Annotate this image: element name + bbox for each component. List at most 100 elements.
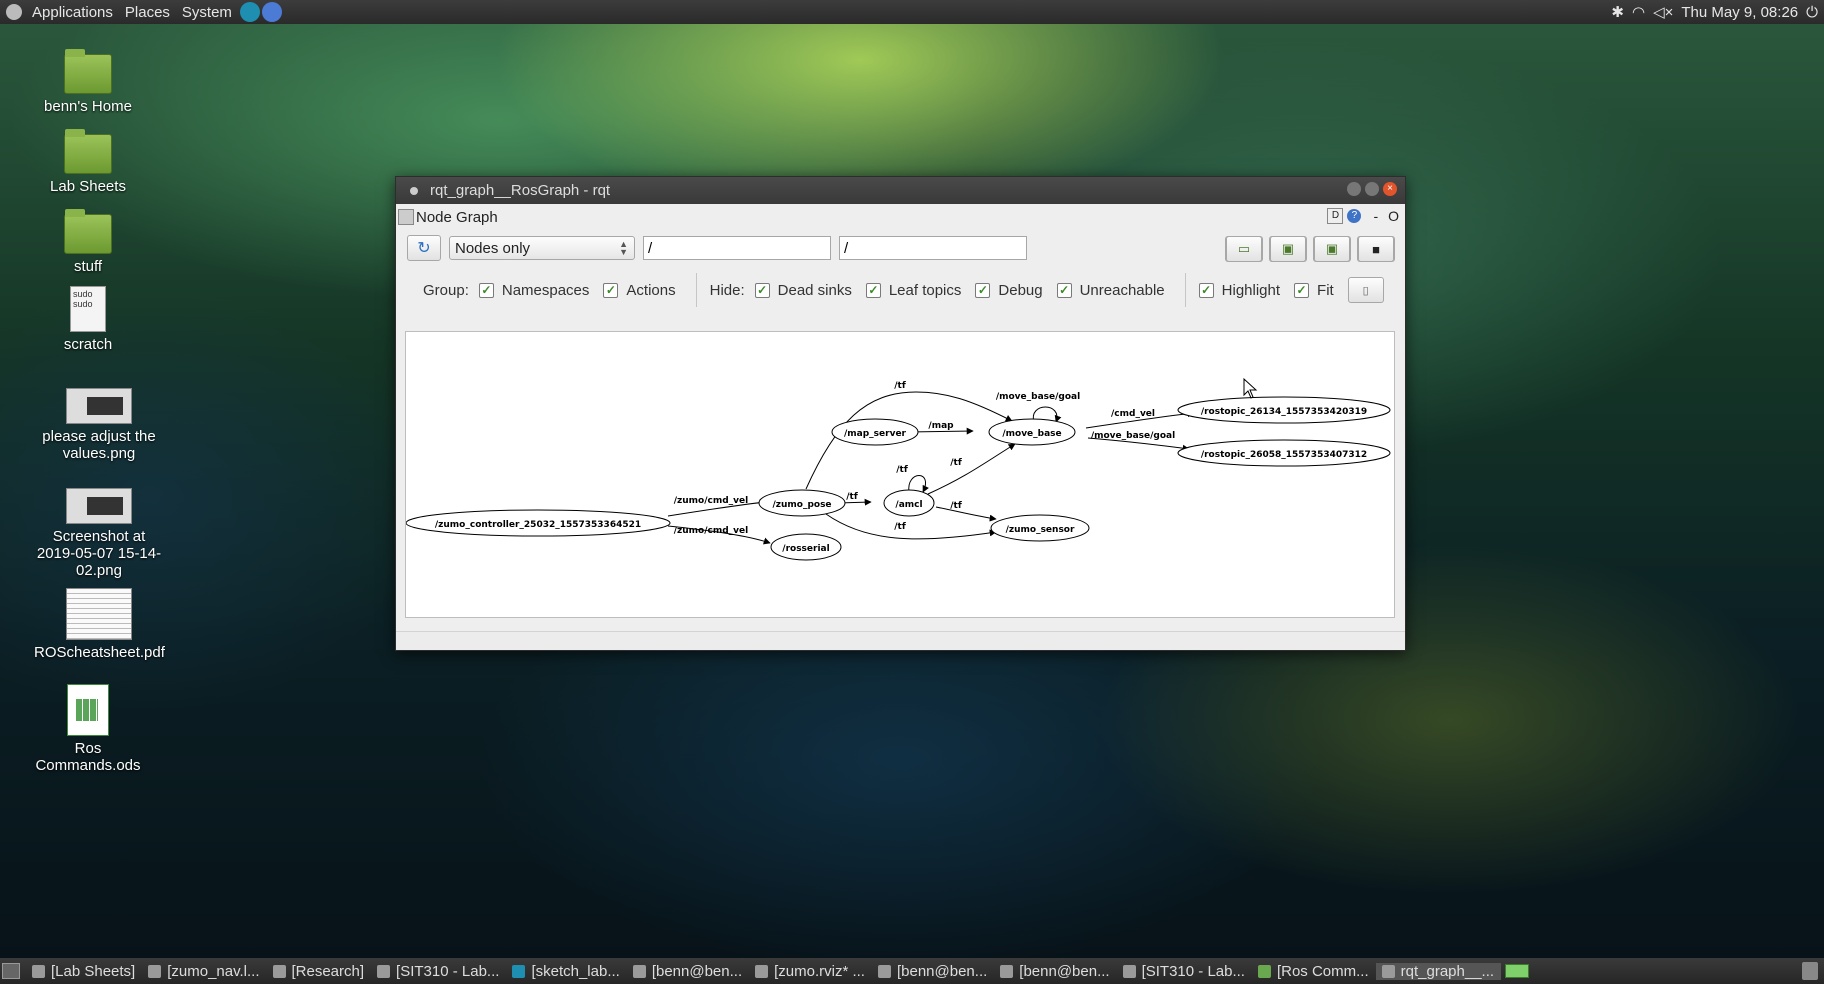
- desktop-icon-ros-commands[interactable]: Ros Commands.ods: [23, 684, 153, 774]
- load-dot-button[interactable]: ▭: [1225, 236, 1263, 262]
- taskbar-item[interactable]: [benn@ben...: [872, 963, 994, 980]
- taskbar-item-label: [benn@ben...: [1019, 962, 1110, 980]
- desktop-icon-home[interactable]: benn's Home: [23, 49, 153, 115]
- arduino-launcher-icon[interactable]: [239, 2, 260, 22]
- checkbox-label: Fit: [1317, 281, 1334, 299]
- desktop-icon-scratch[interactable]: sudo sudo scratch: [23, 286, 153, 353]
- checkbox-label: Unreachable: [1079, 281, 1165, 299]
- taskbar-item[interactable]: [Research]: [267, 963, 372, 980]
- edge-label-map: /map: [928, 421, 954, 431]
- checkbox-checked-icon: ✓: [865, 282, 881, 298]
- desktop-icon-adjust-values[interactable]: please adjust the values.png: [34, 388, 164, 462]
- label-map-server: /map_server: [844, 429, 907, 439]
- close-button[interactable]: ×: [1383, 182, 1397, 196]
- taskbar-item-label: [benn@ben...: [896, 962, 988, 980]
- power-icon[interactable]: ⏻: [1806, 4, 1818, 21]
- text-editor-icon: [148, 964, 162, 978]
- leaf-topics-checkbox[interactable]: ✓ Leaf topics: [865, 281, 962, 299]
- taskbar-item[interactable]: [benn@ben...: [994, 963, 1116, 980]
- desktop-icon-ros-cheatsheet[interactable]: ROScheatsheet.pdf: [34, 588, 165, 661]
- taskbar-item-label: [SIT310 - Lab...: [1141, 962, 1245, 980]
- checkbox-label: Leaf topics: [888, 281, 962, 299]
- dock-d-button[interactable]: D: [1327, 208, 1344, 224]
- namespaces-checkbox[interactable]: ✓ Namespaces: [478, 282, 589, 299]
- desktop-icon-stuff[interactable]: stuff: [23, 209, 153, 275]
- graph-canvas[interactable]: /zumo_controller_25032_1557353364521 /zu…: [405, 331, 1395, 618]
- unreachable-checkbox[interactable]: ✓ Unreachable: [1056, 281, 1165, 299]
- edge-label-goal-self: /move_base/goal: [996, 392, 1080, 402]
- spreadsheet-icon: [67, 684, 109, 736]
- window-menu-icon[interactable]: [410, 186, 418, 195]
- bottom-panel: [Lab Sheets] [zumo_nav.l... [Research] […: [0, 958, 1824, 984]
- ubuntu-logo-icon[interactable]: [6, 4, 22, 20]
- graph-toolbar: ↻ Nodes only ▲▼ ▭ ▣ ▣ ■: [396, 230, 1405, 266]
- save-svg-button[interactable]: ▣: [1313, 236, 1351, 262]
- highlight-checkbox[interactable]: ✓ Highlight: [1198, 281, 1281, 299]
- plugin-icon: [398, 209, 414, 225]
- taskbar-item[interactable]: [Lab Sheets]: [26, 963, 142, 980]
- checkbox-label: Debug: [998, 281, 1043, 299]
- volume-muted-icon[interactable]: ◁×: [1653, 3, 1673, 21]
- debug-checkbox[interactable]: ✓ Debug: [975, 281, 1043, 299]
- help-button[interactable]: ?: [1347, 209, 1362, 223]
- show-desktop-icon[interactable]: [2, 963, 20, 979]
- taskbar-item[interactable]: [benn@ben...: [627, 963, 749, 980]
- window-titlebar[interactable]: rqt_graph__RosGraph - rqt ×: [396, 177, 1405, 204]
- checkbox-label: Highlight: [1221, 281, 1281, 299]
- edge-label-cmd-vel: /cmd_vel: [1111, 409, 1155, 419]
- chromium-launcher-icon[interactable]: [261, 2, 282, 22]
- checkbox-label: Dead sinks: [777, 281, 852, 299]
- dock-close-button[interactable]: O: [1388, 208, 1399, 224]
- mouse-cursor-icon: [1243, 377, 1258, 399]
- desktop-icon-screenshot[interactable]: Screenshot at 2019-05-07 15-14-02.png: [34, 488, 164, 579]
- taskbar-item[interactable]: [SIT310 - Lab...: [371, 963, 506, 980]
- spreadsheet-icon: [1257, 964, 1271, 978]
- menu-places[interactable]: Places: [119, 4, 176, 21]
- minimize-button[interactable]: [1347, 182, 1361, 196]
- maximize-button[interactable]: [1365, 182, 1379, 196]
- taskbar-item-label: [zumo.rviz* ...: [774, 962, 865, 980]
- refresh-button[interactable]: ↻: [407, 235, 441, 261]
- actions-checkbox[interactable]: ✓ Actions: [603, 282, 676, 299]
- taskbar-item[interactable]: [SIT310 - Lab...: [1117, 963, 1252, 980]
- taskbar-item-active[interactable]: rqt_graph__...: [1375, 962, 1502, 980]
- wifi-icon[interactable]: ◠: [1632, 3, 1645, 21]
- toolbar-separator: [1184, 273, 1186, 307]
- graph-type-combo[interactable]: Nodes only ▲ ▼: [449, 236, 635, 260]
- arduino-icon: [512, 964, 526, 978]
- bluetooth-icon[interactable]: ✱: [1611, 3, 1624, 21]
- taskbar-item[interactable]: [zumo.rviz* ...: [749, 963, 872, 980]
- menu-system[interactable]: System: [176, 4, 238, 21]
- taskbar-item[interactable]: [sketch_lab...: [506, 963, 626, 980]
- fit-checkbox[interactable]: ✓ Fit: [1294, 282, 1334, 299]
- fit-in-view-button[interactable]: ▯: [1347, 277, 1384, 303]
- dead-sinks-checkbox[interactable]: ✓ Dead sinks: [754, 281, 852, 299]
- taskbar-item-label: [SIT310 - Lab...: [396, 962, 500, 980]
- text-file-icon: sudo sudo: [70, 286, 106, 332]
- edge-amcl-sensor: [935, 506, 997, 522]
- taskbar-item[interactable]: [Ros Comm...: [1252, 963, 1376, 980]
- save-image-button[interactable]: ■: [1357, 236, 1395, 262]
- edge-pose-sensor: [825, 513, 997, 540]
- trash-icon[interactable]: [1802, 962, 1818, 980]
- refresh-icon: ↻: [417, 240, 431, 257]
- node-filter-input[interactable]: [643, 236, 831, 260]
- checkbox-checked-icon: ✓: [1198, 282, 1214, 298]
- dock-minimize-button[interactable]: -: [1373, 208, 1378, 224]
- taskbar-item[interactable]: [zumo_nav.l...: [142, 963, 266, 980]
- taskbar-item-label: [benn@ben...: [651, 962, 743, 980]
- edge-label-cmd-vel-pose: /zumo/cmd_vel: [674, 496, 749, 506]
- topic-filter-input[interactable]: [839, 236, 1027, 260]
- home-folder-icon: [64, 49, 112, 94]
- workspace-switcher[interactable]: [1505, 964, 1530, 978]
- window-controls: ×: [1347, 182, 1397, 196]
- desktop-icon-lab-sheets[interactable]: Lab Sheets: [23, 129, 153, 195]
- save-dot-button[interactable]: ▣: [1269, 236, 1307, 262]
- menu-applications[interactable]: Applications: [26, 4, 119, 21]
- rqt-icon: [1381, 964, 1395, 978]
- edge-label-goal-out: /move_base/goal: [1091, 431, 1175, 441]
- desktop-icon-label: please adjust the values.png: [42, 428, 156, 462]
- edge-amcl-self: [908, 475, 929, 493]
- clock[interactable]: Thu May 9, 08:26: [1681, 4, 1798, 21]
- edge-amcl-movebase: [927, 443, 1016, 495]
